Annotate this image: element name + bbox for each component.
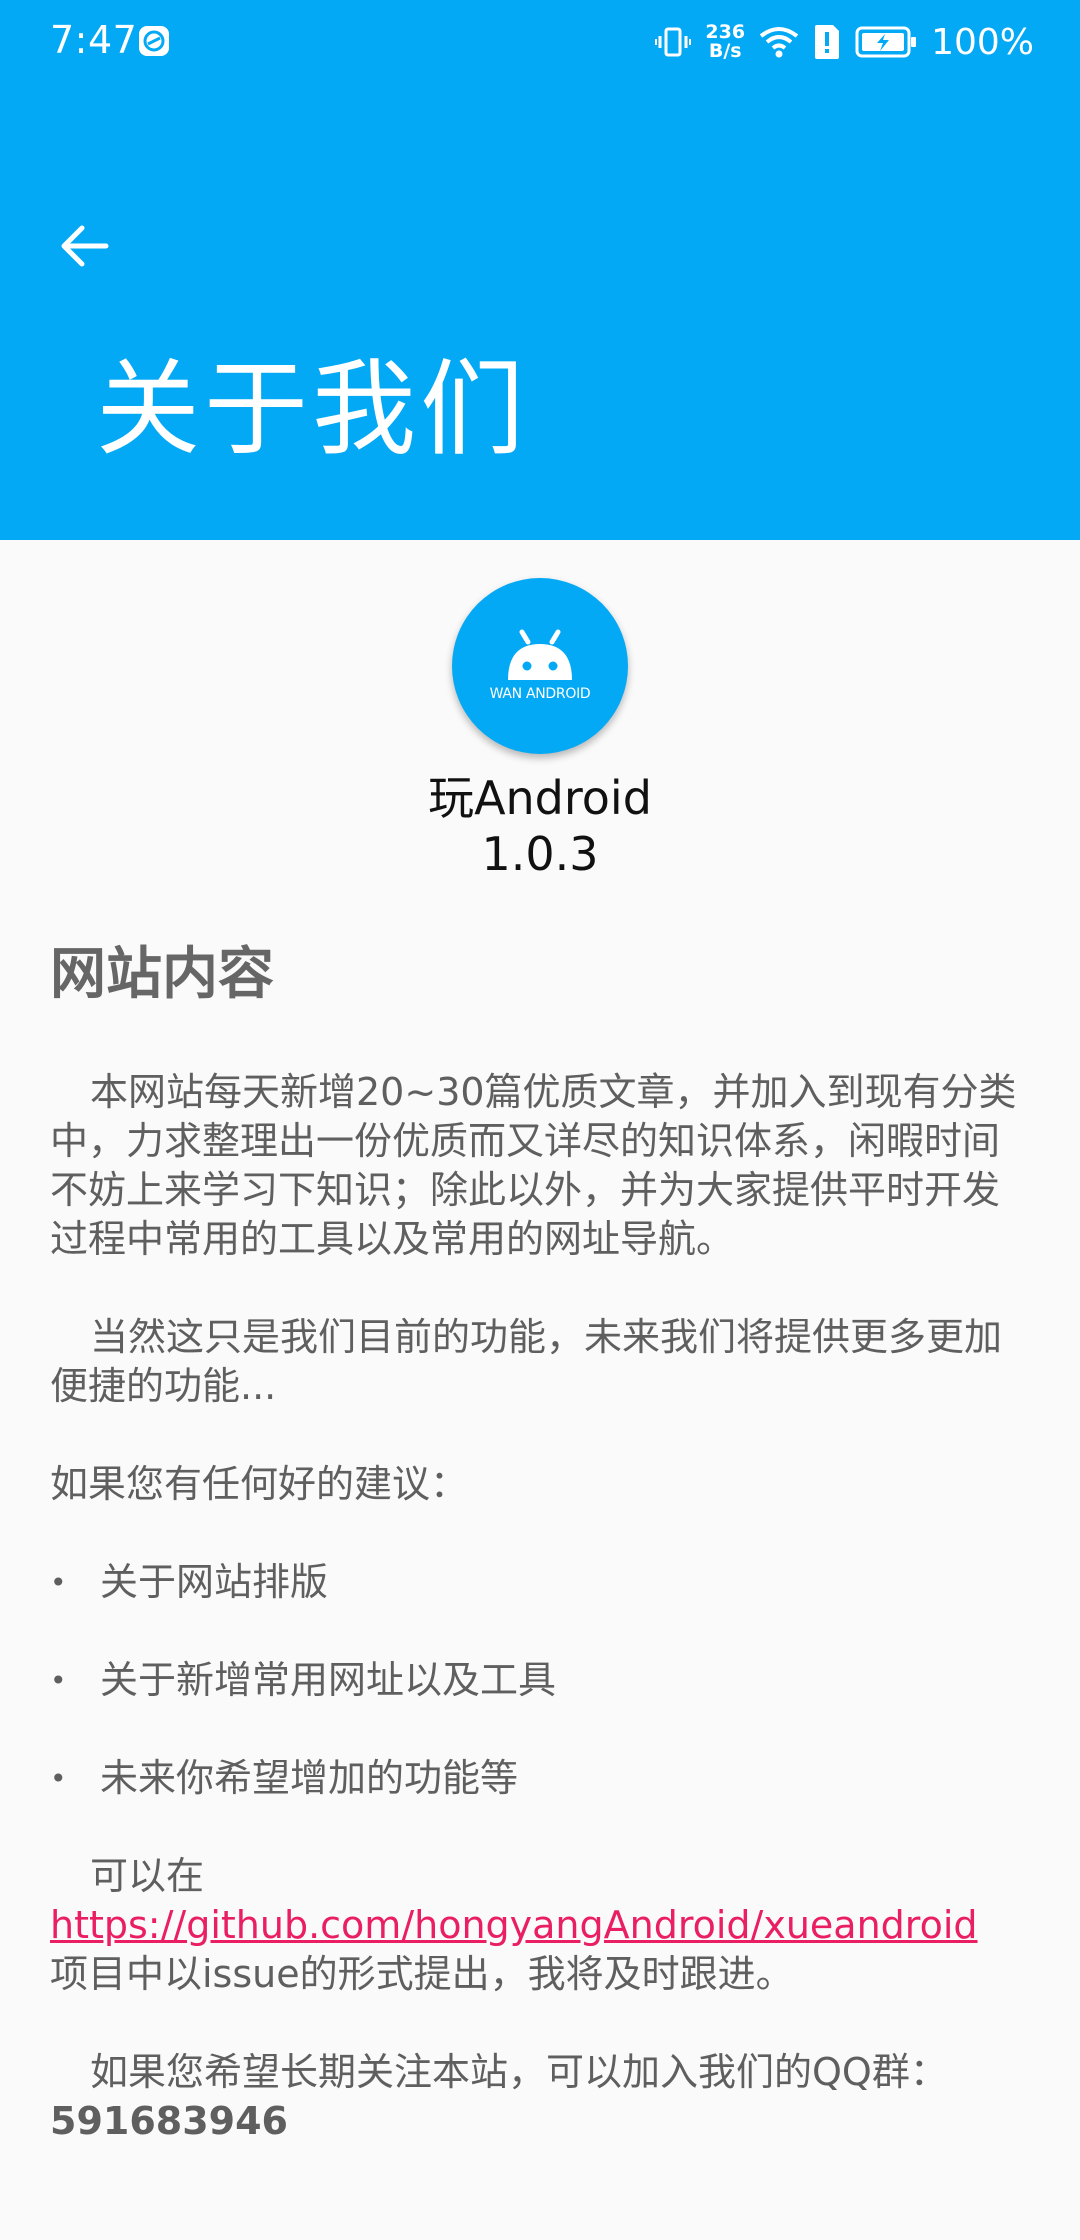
list-item: 关于新增常用网址以及工具: [50, 1656, 1030, 1705]
status-time: 7:47: [50, 18, 138, 62]
status-bar: 7:47 236 B/s 100%: [0, 0, 1080, 84]
browser-notification-icon: [139, 26, 169, 56]
wifi-icon: [759, 27, 799, 58]
intro-paragraph: 本网站每天新增20~30篇优质文章，并加入到现有分类中，力求整理出一份优质而又详…: [50, 1068, 1030, 1264]
app-version: 1.0.3: [481, 827, 599, 881]
intro-paragraph-text: 本网站每天新增20~30篇优质文章，并加入到现有分类中，力求整理出一份优质而又详…: [50, 1070, 1017, 1261]
future-paragraph-text: 当然这只是我们目前的功能，未来我们将提供更多更加便捷的功能...: [50, 1315, 1003, 1408]
future-paragraph: 当然这只是我们目前的功能，未来我们将提供更多更加便捷的功能...: [50, 1313, 1030, 1411]
alert-sim-icon: [815, 25, 840, 59]
app-bar: 7:47 236 B/s 100% 关于我们: [0, 0, 1080, 540]
back-button[interactable]: [44, 206, 124, 286]
app-name: 玩Android: [428, 771, 652, 825]
about-content: 网站内容 本网站每天新增20~30篇优质文章，并加入到现有分类中，力求整理出一份…: [50, 940, 1030, 2146]
qq-number[interactable]: 591683946: [50, 2099, 288, 2143]
android-robot-icon: [508, 629, 572, 680]
list-item: 关于网站排版: [50, 1558, 1030, 1607]
issue-paragraph: 可以在 https://github.com/hongyangAndroid/x…: [50, 1852, 1030, 1999]
battery-charging-icon: [855, 26, 917, 58]
network-speed-unit: B/s: [708, 40, 742, 62]
suggestion-intro: 如果您有任何好的建议：: [50, 1462, 469, 1506]
section-heading: 网站内容: [50, 942, 274, 1007]
battery-percent: 100%: [931, 21, 1034, 63]
network-speed: 236 B/s: [705, 23, 745, 61]
issue-suffix: 项目中以issue的形式提出，我将及时跟进。: [50, 1952, 794, 1996]
arrow-left-icon: [61, 225, 109, 267]
qq-paragraph: 如果您希望长期关注本站，可以加入我们的QQ群： 591683946: [50, 2048, 1030, 2146]
page-title: 关于我们: [96, 348, 529, 470]
issue-prefix: 可以在: [90, 1854, 205, 1898]
logo-text: WAN ANDROID: [489, 686, 591, 702]
status-icons: 236 B/s 100%: [655, 16, 1034, 68]
list-item: 未来你希望增加的功能等: [50, 1754, 1030, 1803]
vibrate-icon: [655, 27, 692, 57]
qq-text: 如果您希望长期关注本站，可以加入我们的QQ群：: [90, 2050, 948, 2094]
suggestion-list: 关于网站排版 关于新增常用网址以及工具 未来你希望增加的功能等: [50, 1558, 1030, 1803]
app-logo: WAN ANDROID: [452, 578, 628, 754]
repo-link[interactable]: https://github.com/hongyangAndroid/xuean…: [50, 1903, 978, 1947]
